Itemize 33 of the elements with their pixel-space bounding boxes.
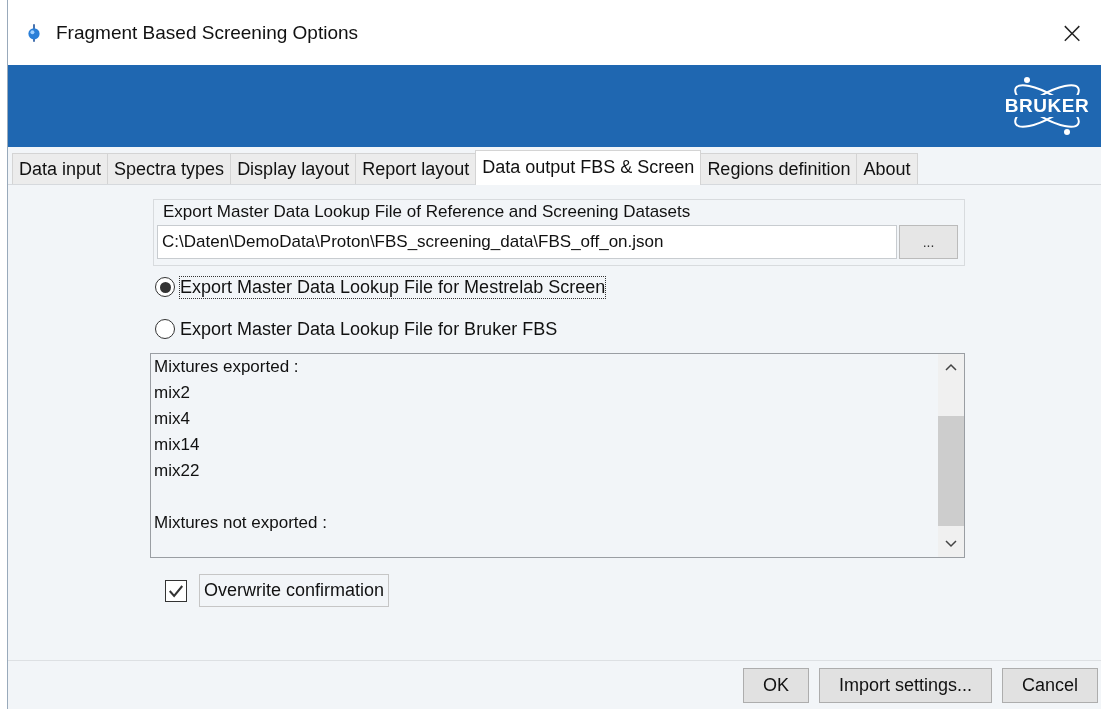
scrollbar-thumb[interactable]	[938, 416, 964, 526]
checkbox[interactable]	[165, 579, 187, 602]
group-title: Export Master Data Lookup File of Reference and Screening Datasets	[162, 202, 692, 222]
log-line: mix22	[154, 460, 200, 482]
close-button[interactable]: ×	[1047, 17, 1097, 48]
log-line: Mixtures not exported :	[154, 512, 327, 534]
tab[interactable]: Spectra types	[107, 153, 232, 184]
logo: BRUKER	[999, 70, 1095, 142]
tab[interactable]: Data input	[12, 153, 109, 184]
browse-button[interactable]: ...	[899, 225, 958, 259]
dialog-button[interactable]: Cancel	[1001, 667, 1098, 703]
window-title: Fragment Based Screening Options	[56, 21, 360, 44]
dialog-button[interactable]: OK	[742, 667, 809, 703]
log-line: mix14	[154, 434, 200, 456]
tab[interactable]: About	[856, 153, 918, 184]
radio-label[interactable]: Export Master Data Lookup File for Bruker FBS	[179, 317, 559, 341]
path-field[interactable]: C:\Daten\DemoData\Proton\FBS_screening_data\FBS_off_on.json	[157, 225, 897, 259]
log-line: mix2	[154, 382, 190, 404]
tab[interactable]: Report layout	[355, 153, 477, 184]
tab[interactable]: Display layout	[230, 153, 357, 184]
scrollbar[interactable]	[938, 354, 964, 557]
scroll-down-icon[interactable]	[945, 540, 957, 548]
log-line: mix4	[154, 408, 190, 430]
checkbox-label[interactable]: Overwrite confirmation	[199, 574, 390, 607]
log-line: Mixtures exported :	[154, 356, 299, 378]
app-icon	[26, 22, 42, 43]
radio-button[interactable]	[155, 277, 175, 297]
tab[interactable]: Data output FBS & Screen	[475, 150, 702, 185]
dialog-button[interactable]: Import settings...	[818, 667, 992, 703]
tab[interactable]: Regions definition	[700, 153, 858, 184]
radio-button[interactable]	[155, 319, 175, 339]
scroll-up-icon[interactable]	[945, 363, 957, 371]
radio-label[interactable]: Export Master Data Lookup File for Mestrelab Screen	[179, 275, 607, 299]
